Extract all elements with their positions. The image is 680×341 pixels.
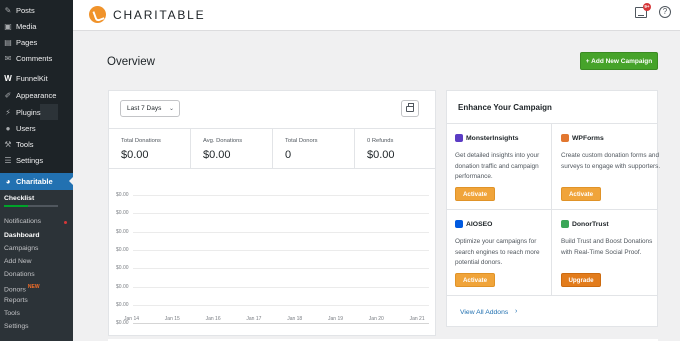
date-range-select[interactable]: Last 7 Days ⌄ xyxy=(120,100,180,117)
sidebar-item-funnelkit[interactable]: W FunnelKit xyxy=(0,70,73,86)
monsterinsights-icon xyxy=(455,134,463,142)
upgrade-donortrust-button[interactable]: Upgrade xyxy=(561,273,601,287)
admin-sidebar: ✎ Posts ▣ Media ▤ Pages ✉ Comments W FunnelKi… xyxy=(0,0,73,341)
x-tick-label: Jan 17 xyxy=(246,316,262,322)
y-tick-label: $0.00 xyxy=(116,301,129,308)
plugin-icon: ⚡ xyxy=(5,107,11,117)
stats-panel: Last 7 Days ⌄ Total Donations $0.00 Avg.… xyxy=(108,90,436,336)
pin-icon: ✎ xyxy=(4,5,12,15)
charitable-logo-icon xyxy=(89,6,106,23)
notification-dot xyxy=(64,221,67,224)
x-tick-label: Jan 14 xyxy=(124,316,140,322)
grid-line xyxy=(133,304,429,306)
grid-line xyxy=(133,286,429,288)
sidebar-item-pages[interactable]: ▤ Pages xyxy=(0,34,73,50)
divider xyxy=(447,123,657,124)
y-tick-label: $0.00 xyxy=(116,265,129,272)
y-tick-label: $0.00 xyxy=(116,283,129,290)
sidebar-item-tools[interactable]: ⚒ Tools xyxy=(0,136,73,152)
y-tick-label: $0.00 xyxy=(116,210,129,217)
inbox-badge: 9+ xyxy=(643,3,651,11)
divider xyxy=(447,209,657,210)
comment-icon: ✉ xyxy=(4,53,12,63)
page-title: Overview xyxy=(107,56,155,68)
print-button[interactable] xyxy=(401,100,419,117)
checklist-track xyxy=(28,205,58,207)
grid-line xyxy=(133,323,429,325)
activate-wpforms-button[interactable]: Activate xyxy=(561,187,601,201)
y-tick-label: $0.00 xyxy=(116,246,129,253)
activate-aioseo-button[interactable]: Activate xyxy=(455,273,495,287)
submenu-campaigns[interactable]: Campaigns xyxy=(4,245,38,252)
divider xyxy=(551,123,552,295)
enhance-campaign-panel: Enhance Your Campaign MonsterInsights Ge… xyxy=(446,90,660,327)
stats-row: Total Donations $0.00 Avg. Donations $0.… xyxy=(109,128,435,169)
x-tick-label: Jan 15 xyxy=(164,316,180,322)
activate-monsterinsights-button[interactable]: Activate xyxy=(455,187,495,201)
sidebar-item-charitable[interactable]: ◕ Charitable xyxy=(0,173,73,190)
x-tick-label: Jan 18 xyxy=(287,316,303,322)
new-badge: NEW xyxy=(27,284,40,290)
charitable-submenu xyxy=(0,190,73,341)
settings-icon: ☰ xyxy=(4,155,12,165)
submenu-notifications[interactable]: Notifications xyxy=(4,218,41,225)
funnelkit-icon: W xyxy=(4,73,12,83)
y-tick-label: $0.00 xyxy=(116,228,129,235)
submenu-donations[interactable]: Donations xyxy=(4,271,35,278)
sidebar-item-media[interactable]: ▣ Media xyxy=(0,18,73,34)
printer-icon xyxy=(406,102,414,112)
grid-line xyxy=(133,195,429,196)
stat-refunds: 0 Refunds $0.00 xyxy=(367,138,395,161)
submenu-checklist[interactable]: Checklist xyxy=(4,195,34,202)
page-icon: ▤ xyxy=(4,37,12,47)
user-icon: ● xyxy=(5,123,11,133)
sidebar-item-plugins[interactable]: ⚡ Plugins xyxy=(0,104,73,120)
sidebar-item-settings[interactable]: ☰ Settings xyxy=(0,152,73,168)
submenu-settings[interactable]: Settings xyxy=(4,323,29,330)
sidebar-item-appearance[interactable]: ✐ Appearance xyxy=(0,87,73,103)
sidebar-item-comments[interactable]: ✉ Comments xyxy=(0,50,73,66)
charitable-icon: ◕ xyxy=(5,177,11,186)
submenu-donors[interactable]: Donors NEW xyxy=(4,284,40,293)
grid-line xyxy=(133,231,429,233)
donortrust-icon xyxy=(561,220,569,228)
checklist-progress xyxy=(4,205,28,207)
divider xyxy=(447,295,657,296)
submenu-dashboard[interactable]: Dashboard xyxy=(4,232,40,239)
y-tick-label: $0.00 xyxy=(116,192,129,198)
submenu-tools[interactable]: Tools xyxy=(4,310,20,317)
active-arrow xyxy=(69,177,73,185)
charitable-logo-text: CHARITABLE xyxy=(113,8,206,22)
grid-line xyxy=(133,268,429,270)
stat-total-donors: Total Donors 0 xyxy=(285,138,318,161)
x-tick-label: Jan 19 xyxy=(328,316,344,322)
chevron-right-icon: › xyxy=(515,308,518,315)
stat-total-donations: Total Donations $0.00 xyxy=(121,138,161,161)
sidebar-item-posts[interactable]: ✎ Posts xyxy=(0,2,73,18)
grid-line xyxy=(133,249,429,251)
chevron-down-icon: ⌄ xyxy=(168,106,174,112)
aioseo-icon xyxy=(455,220,463,228)
grid-line xyxy=(133,213,429,215)
x-tick-label: Jan 16 xyxy=(205,316,221,322)
wrench-icon: ⚒ xyxy=(4,139,12,149)
x-tick-label: Jan 20 xyxy=(368,316,384,322)
add-new-campaign-button[interactable]: + Add New Campaign xyxy=(580,52,658,70)
donations-chart: $0.00 $0.00 $0.00 $0.00 $0.00 $0.00 $0.00 $0.00… xyxy=(109,181,435,331)
submenu-add-new[interactable]: Add New xyxy=(4,258,32,265)
wpforms-icon xyxy=(561,134,569,142)
submenu-reports[interactable]: Reports xyxy=(4,297,28,304)
x-tick-label: Jan 21 xyxy=(409,316,425,322)
enhance-title: Enhance Your Campaign xyxy=(458,103,552,112)
help-icon[interactable]: ? xyxy=(659,6,671,18)
charitable-header: CHARITABLE 9+ ? xyxy=(73,0,680,31)
sidebar-item-users[interactable]: ● Users xyxy=(0,120,73,136)
stat-avg-donations: Avg. Donations $0.00 xyxy=(203,138,243,161)
media-icon: ▣ xyxy=(4,21,12,31)
brush-icon: ✐ xyxy=(4,90,12,100)
view-all-addons-link[interactable]: View All Addons xyxy=(460,309,508,316)
